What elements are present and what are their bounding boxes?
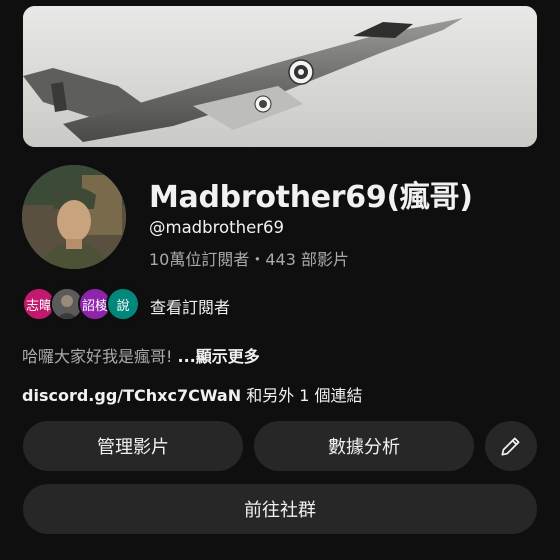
discord-link[interactable]: discord.gg/TChxc7CWaN xyxy=(22,386,241,405)
edit-channel-button[interactable] xyxy=(485,421,537,471)
community-label: 前往社群 xyxy=(244,500,316,521)
description-text: 哈囉大家好我是瘋哥! xyxy=(22,347,173,366)
avatar-image xyxy=(22,165,126,269)
go-to-community-button[interactable]: 前往社群 xyxy=(23,484,537,534)
avatar[interactable] xyxy=(22,165,126,269)
subscribers-row[interactable]: 志暐 詔棱 說 查看訂閱者 xyxy=(22,287,442,323)
channel-stats: 10萬位訂閱者・443 部影片 xyxy=(149,250,349,269)
analytics-button[interactable]: 數據分析 xyxy=(254,421,474,471)
subscriber-avatar-label: 志暐 xyxy=(25,298,52,314)
manage-videos-label: 管理影片 xyxy=(97,437,169,458)
pencil-icon xyxy=(501,437,520,456)
manage-videos-button[interactable]: 管理影片 xyxy=(23,421,243,471)
channel-handle: @madbrother69 xyxy=(149,218,285,237)
analytics-label: 數據分析 xyxy=(328,437,400,458)
subscriber-avatar-label: 詔棱 xyxy=(81,298,108,314)
show-more-link[interactable]: ...顯示更多 xyxy=(178,347,260,366)
channel-banner xyxy=(23,6,537,147)
subscriber-avatar-4: 說 xyxy=(106,287,140,321)
channel-links[interactable]: discord.gg/TChxc7CWaN 和另外 1 個連結 xyxy=(22,382,363,406)
subscriber-avatar-label: 說 xyxy=(116,298,130,314)
jet-banner-image xyxy=(23,6,537,147)
more-links-text[interactable]: 和另外 1 個連結 xyxy=(241,386,362,405)
channel-description[interactable]: 哈囉大家好我是瘋哥! ...顯示更多 xyxy=(22,343,260,367)
channel-name: Madbrother69(瘋哥) xyxy=(149,180,473,215)
view-subscribers-link[interactable]: 查看訂閱者 xyxy=(150,294,230,318)
